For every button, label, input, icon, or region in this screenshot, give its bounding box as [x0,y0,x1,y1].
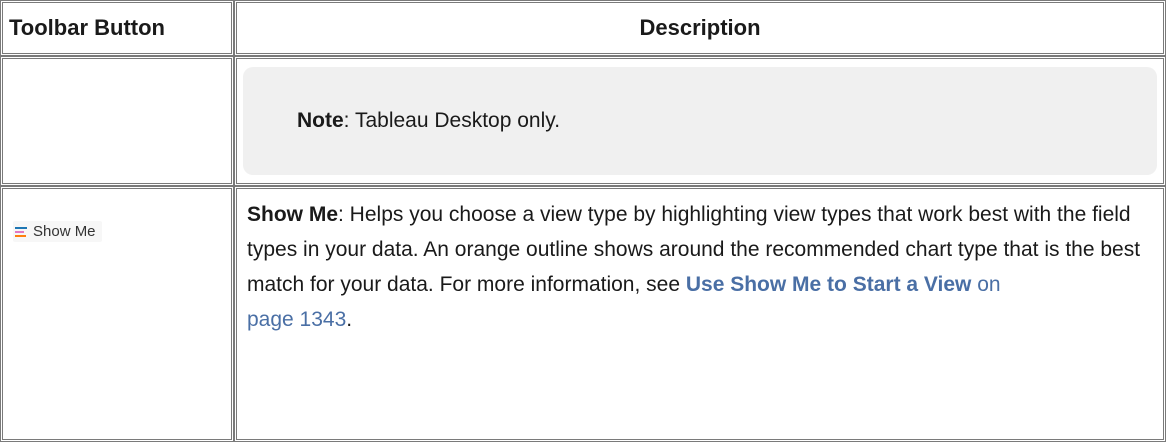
header-description: Description [234,0,1166,56]
note-description-cell: Note: Tableau Desktop only. [234,55,1166,187]
toolbar-table: Toolbar Button Description Note: Tableau… [0,0,1166,442]
show-me-description-cell: Show Me: Helps you choose a view type by… [234,186,1166,442]
page-ref-link[interactable]: page 1343 [247,308,346,331]
table-row: Show Me Show Me: Helps you choose a view… [0,186,1166,442]
header-toolbar-button: Toolbar Button [0,0,234,56]
table-header-row: Toolbar Button Description [0,0,1166,56]
show-me-button[interactable]: Show Me [13,221,102,243]
note-button-cell [0,55,234,187]
show-me-button-cell: Show Me [0,186,234,442]
note-label: Note [297,108,344,132]
show-me-lead: Show Me [247,203,339,227]
show-me-bars-icon [15,226,27,238]
show-me-button-label: Show Me [33,223,96,241]
note-text: : Tableau Desktop only. [343,108,561,132]
page-ref-prefix[interactable]: on [971,273,1000,296]
use-show-me-link[interactable]: Use Show Me to Start a View [686,273,972,296]
show-me-description: Show Me: Helps you choose a view type by… [247,197,1153,337]
table-row: Note: Tableau Desktop only. [0,55,1166,187]
note-box: Note: Tableau Desktop only. [243,66,1157,175]
trailing-period: . [346,308,353,332]
